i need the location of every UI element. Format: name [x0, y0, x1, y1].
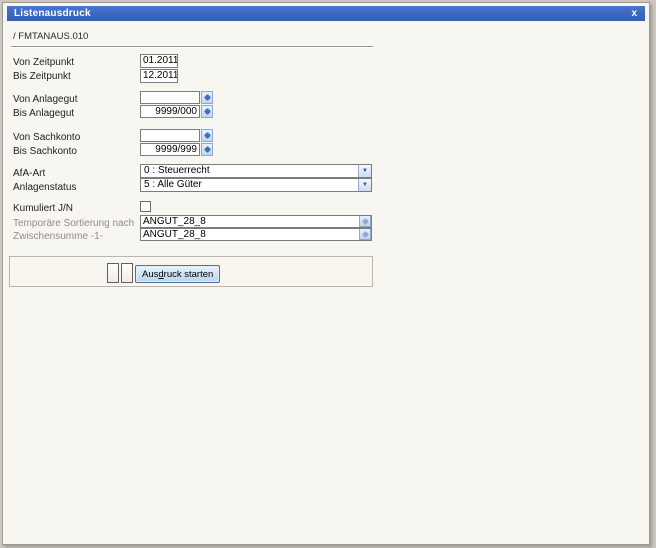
anlagenstatus-select[interactable]: 5 : Alle Güter ▼: [140, 178, 372, 192]
dialog-window: Listenausdruck x / FMTANAUS.010 Von Zeit…: [2, 2, 650, 545]
afa-art-select[interactable]: 0 : Steuerrecht ▼: [140, 164, 372, 178]
spinner-updown-icon: [361, 217, 368, 224]
temp-sortierung-spinner-button[interactable]: [359, 215, 371, 227]
chevron-down-icon: ▼: [362, 182, 368, 188]
von-anlagegut-spinner-button[interactable]: [201, 91, 213, 104]
label-von-zeitpunkt: Von Zeitpunkt: [13, 56, 74, 69]
title-bar[interactable]: Listenausdruck x: [7, 6, 645, 21]
button-bar: Ausdruck starten: [9, 256, 373, 287]
label-anlagenstatus: Anlagenstatus: [13, 181, 76, 194]
window-title: Listenausdruck: [7, 8, 91, 19]
afa-art-selected-value: 0 : Steuerrecht: [144, 165, 210, 177]
bis-anlagegut-input[interactable]: 9999/000: [140, 105, 200, 118]
label-von-sachkonto: Von Sachkonto: [13, 131, 80, 144]
bis-anlagegut-spinner-button[interactable]: [201, 105, 213, 118]
anlagenstatus-selected-value: 5 : Alle Güter: [144, 179, 202, 191]
label-kumuliert: Kumuliert J/N: [13, 202, 73, 215]
label-bis-zeitpunkt: Bis Zeitpunkt: [13, 70, 71, 83]
label-bis-sachkonto: Bis Sachkonto: [13, 145, 77, 158]
dropdown-button[interactable]: ▼: [358, 165, 371, 177]
label-afa-art: AfA-Art: [13, 167, 45, 180]
temp-sortierung-value: ANGUT_28_8: [143, 216, 206, 227]
zwischensumme-input[interactable]: ANGUT_28_8: [140, 228, 372, 241]
von-anlagegut-input[interactable]: [140, 91, 200, 104]
label-zwischensumme: Zwischensumme -1-: [13, 230, 103, 243]
zwischensumme-value: ANGUT_28_8: [143, 229, 206, 240]
close-icon[interactable]: x: [631, 7, 637, 20]
label-von-anlagegut: Von Anlagegut: [13, 93, 78, 106]
zwischensumme-spinner-button[interactable]: [359, 228, 371, 240]
bis-sachkonto-spinner-button[interactable]: [201, 143, 213, 156]
spinner-updown-icon: [361, 230, 368, 237]
label-bis-anlagegut: Bis Anlagegut: [13, 107, 74, 120]
spinner-updown-icon: [203, 94, 210, 101]
mini-button-1[interactable]: [107, 263, 119, 283]
spinner-updown-icon: [203, 146, 210, 153]
dropdown-button[interactable]: ▼: [358, 179, 371, 191]
spinner-updown-icon: [203, 108, 210, 115]
von-sachkonto-spinner-button[interactable]: [201, 129, 213, 142]
chevron-down-icon: ▼: [362, 168, 368, 174]
von-zeitpunkt-input[interactable]: 01.2011: [140, 54, 178, 68]
von-sachkonto-input[interactable]: [140, 129, 200, 142]
label-temp-sortierung: Temporäre Sortierung nach: [13, 217, 134, 230]
mini-button-2[interactable]: [121, 263, 133, 283]
ausdruck-starten-button[interactable]: Ausdruck starten: [135, 265, 220, 283]
bis-sachkonto-input[interactable]: 9999/999: [140, 143, 200, 156]
spinner-updown-icon: [203, 132, 210, 139]
kumuliert-checkbox[interactable]: [140, 201, 151, 212]
form-path-label: / FMTANAUS.010: [13, 31, 88, 42]
bis-zeitpunkt-input[interactable]: 12.2011: [140, 69, 178, 83]
separator-line: [11, 46, 373, 48]
temp-sortierung-input[interactable]: ANGUT_28_8: [140, 215, 372, 228]
